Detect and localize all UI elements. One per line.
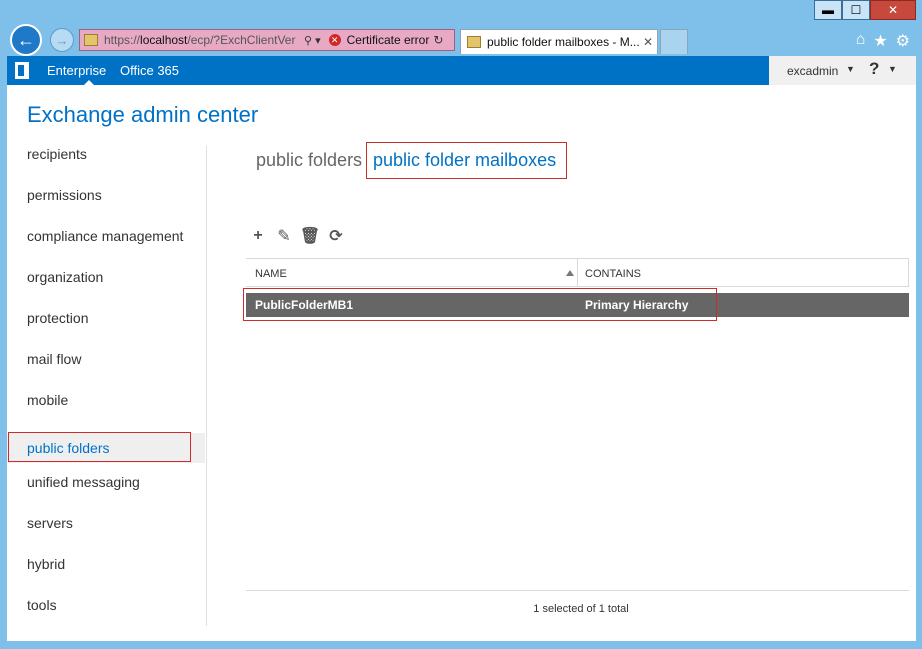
edit-icon[interactable]: ✎ bbox=[275, 227, 293, 245]
forward-arrow-icon: → bbox=[55, 32, 69, 48]
user-menu[interactable]: excadmin bbox=[787, 64, 838, 78]
tab-favicon-icon bbox=[467, 36, 481, 48]
sidebar: recipients permissions compliance manage… bbox=[7, 139, 207, 629]
enterprise-link[interactable]: Enterprise bbox=[47, 63, 106, 78]
sidebar-item-mobile[interactable]: mobile bbox=[7, 385, 205, 415]
url-scheme: https:// bbox=[104, 33, 141, 47]
sidebar-item-permissions[interactable]: permissions bbox=[7, 180, 205, 210]
sidebar-item-compliance-management[interactable]: compliance management bbox=[7, 221, 205, 251]
chevron-down-icon[interactable]: ▼ bbox=[888, 64, 897, 74]
sidebar-item-mail-flow[interactable]: mail flow bbox=[7, 344, 205, 374]
tab-close-icon[interactable]: ✕ bbox=[641, 35, 655, 49]
column-header-name[interactable]: NAME bbox=[255, 268, 287, 280]
app-title: Exchange admin center bbox=[27, 102, 259, 127]
column-divider bbox=[577, 259, 578, 287]
toolbar: + ✎ 🗑 ⟳ bbox=[249, 227, 345, 245]
grid-header: NAME CONTAINS bbox=[246, 258, 909, 287]
sort-ascending-icon[interactable] bbox=[566, 270, 574, 276]
minimize-button[interactable]: ▬ bbox=[814, 0, 842, 20]
browser-window: ▬ ☐ ✕ ← → https://localhost/ecp/?ExchCli… bbox=[0, 0, 922, 649]
close-button[interactable]: ✕ bbox=[870, 0, 916, 20]
row-highlight-box bbox=[243, 288, 717, 321]
back-arrow-icon: ← bbox=[17, 29, 35, 50]
column-header-contains[interactable]: CONTAINS bbox=[585, 268, 641, 280]
sidebar-item-tools[interactable]: tools bbox=[7, 590, 205, 620]
chevron-down-icon[interactable]: ▼ bbox=[846, 64, 855, 74]
forward-button[interactable]: → bbox=[50, 28, 74, 52]
add-icon[interactable]: + bbox=[249, 227, 267, 245]
page-favicon-icon bbox=[84, 34, 98, 46]
sidebar-item-unified-messaging[interactable]: unified messaging bbox=[7, 467, 205, 497]
refresh-icon[interactable]: ↻ bbox=[433, 33, 443, 47]
url-path: /ecp/?ExchClientVer bbox=[187, 33, 296, 47]
browser-toolbar-icons: ⌂ ★ ⚙ bbox=[856, 31, 910, 51]
sidebar-item-organization[interactable]: organization bbox=[7, 262, 205, 292]
address-bar[interactable]: https://localhost/ecp/?ExchClientVer ⚲ ▾… bbox=[79, 29, 455, 51]
search-dropdown-icon[interactable]: ⚲ ▾ bbox=[304, 34, 321, 47]
title-bar: ▬ ☐ ✕ ← → https://localhost/ecp/?ExchCli… bbox=[0, 0, 922, 56]
home-icon[interactable]: ⌂ bbox=[856, 31, 866, 51]
sidebar-item-protection[interactable]: protection bbox=[7, 303, 205, 333]
pivot-highlight-box bbox=[366, 142, 567, 179]
delete-icon[interactable]: 🗑 bbox=[300, 227, 320, 245]
new-tab-button[interactable] bbox=[660, 29, 688, 54]
office-logo-icon[interactable] bbox=[15, 62, 29, 79]
page-content: Enterprise Office 365 excadmin ▼ ? ▼ Exc… bbox=[7, 56, 916, 641]
window-controls: ▬ ☐ ✕ bbox=[814, 0, 916, 20]
user-area: excadmin ▼ ? ▼ bbox=[769, 56, 916, 85]
tab-public-folders[interactable]: public folders bbox=[256, 150, 362, 171]
favorites-icon[interactable]: ★ bbox=[873, 31, 887, 51]
o365-top-bar: Enterprise Office 365 excadmin ▼ ? ▼ bbox=[7, 56, 916, 85]
sidebar-item-servers[interactable]: servers bbox=[7, 508, 205, 538]
sidebar-highlight-box bbox=[8, 432, 191, 462]
footer-divider bbox=[246, 590, 909, 591]
certificate-error-icon[interactable]: ✕ bbox=[328, 34, 341, 46]
refresh-icon[interactable]: ⟳ bbox=[327, 227, 345, 245]
gear-icon[interactable]: ⚙ bbox=[896, 31, 910, 51]
back-button[interactable]: ← bbox=[10, 24, 42, 56]
maximize-button[interactable]: ☐ bbox=[842, 0, 870, 20]
certificate-error-label[interactable]: Certificate error bbox=[347, 33, 430, 47]
tab-title: public folder mailboxes - M... bbox=[487, 35, 640, 49]
office365-link[interactable]: Office 365 bbox=[120, 63, 179, 78]
address-url[interactable]: https://localhost/ecp/?ExchClientVer bbox=[104, 33, 300, 47]
sidebar-item-recipients[interactable]: recipients bbox=[7, 139, 205, 169]
mailbox-grid: NAME CONTAINS PublicFolderMB1 Primary Hi… bbox=[246, 258, 909, 317]
active-indicator-icon bbox=[84, 80, 94, 85]
browser-tab-active[interactable]: public folder mailboxes - M... ✕ bbox=[460, 29, 658, 54]
url-host: localhost bbox=[140, 33, 188, 47]
sidebar-item-hybrid[interactable]: hybrid bbox=[7, 549, 205, 579]
sidebar-divider bbox=[206, 146, 207, 626]
selection-status: 1 selected of 1 total bbox=[533, 603, 629, 615]
help-icon[interactable]: ? bbox=[869, 59, 879, 79]
